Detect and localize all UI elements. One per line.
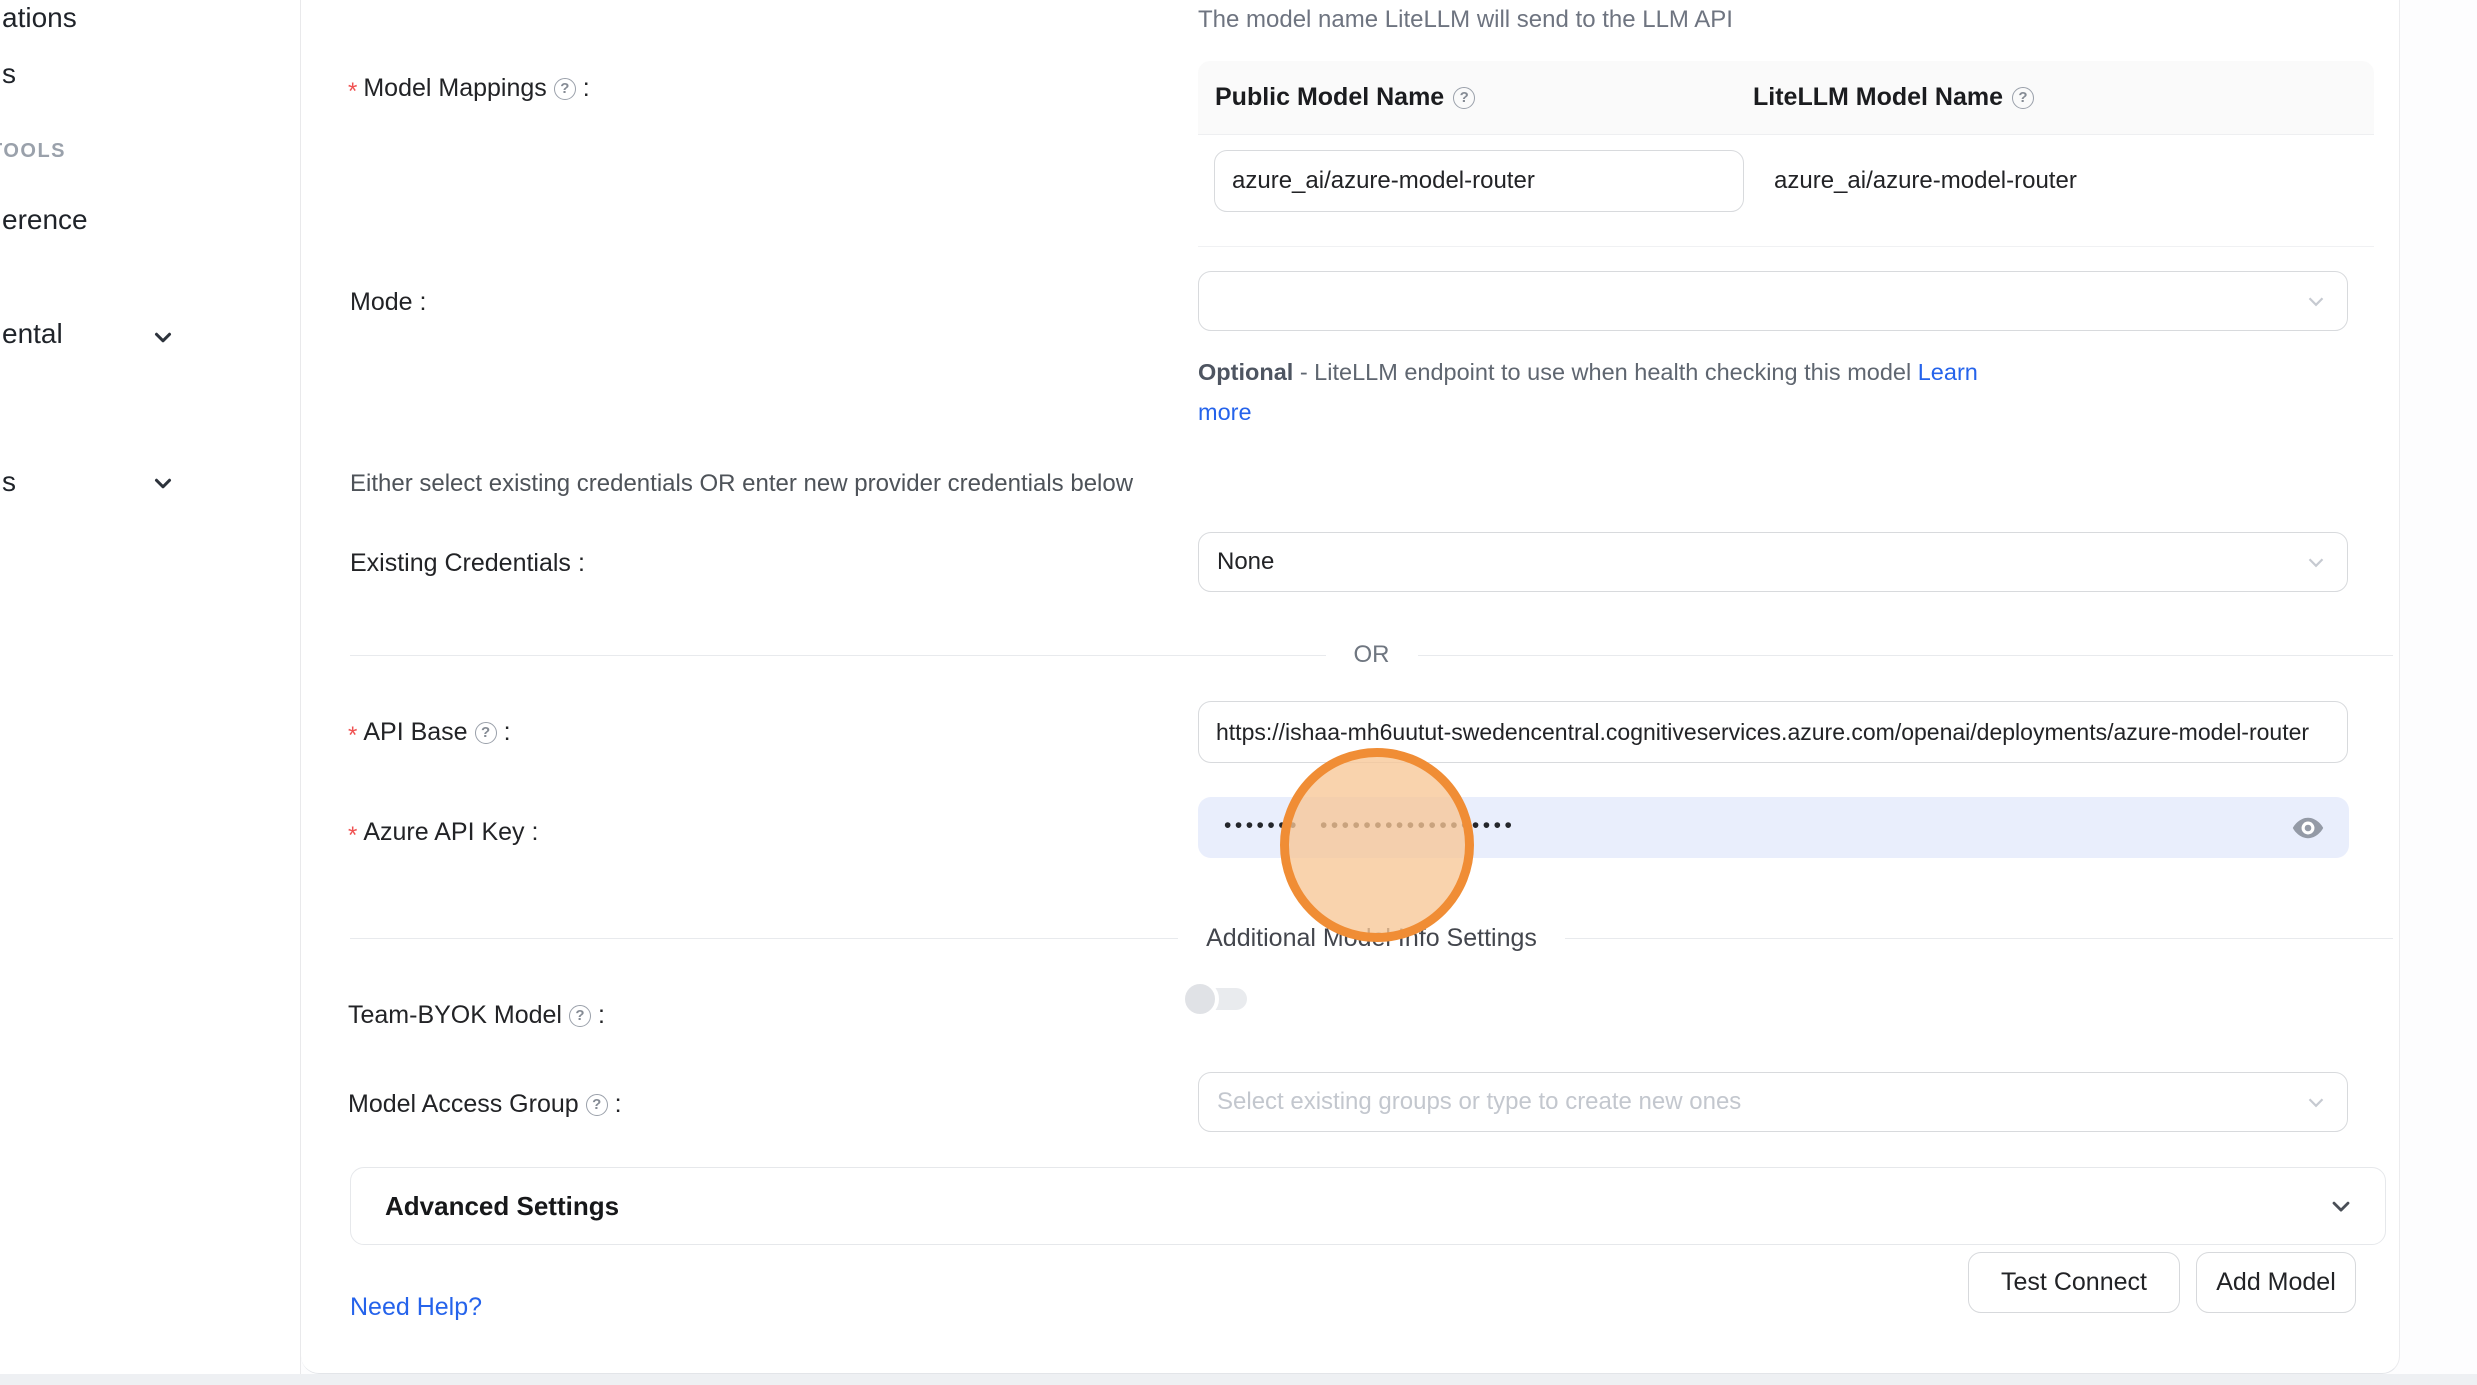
sidebar-item-reference[interactable]: erence [2,204,88,236]
team-byok-toggle[interactable] [1181,980,1249,1018]
required-asterisk: * [348,822,357,850]
existing-credentials-label-text: Existing Credentials [350,549,571,578]
azure-api-key-label-text: Azure API Key [363,818,524,847]
model-access-group-label-text: Model Access Group [348,1090,579,1119]
help-icon[interactable]: ? [1453,87,1475,109]
public-model-name-input[interactable] [1214,150,1744,212]
page-background-strip [0,1374,2477,1385]
chevron-down-icon [2327,1192,2355,1220]
eye-icon[interactable] [2289,809,2327,847]
api-base-label: * API Base ? : [348,718,511,747]
masked-key-dots: ••••••• [1224,815,1300,836]
team-byok-label: Team-BYOK Model ? : [348,1001,605,1030]
existing-credentials-select[interactable]: None [1198,532,2348,592]
additional-settings-divider: Additional Model Info Settings [350,924,2393,953]
model-access-group-placeholder: Select existing groups or type to create… [1217,1088,1741,1116]
label-colon: : [615,1090,622,1119]
masked-key-dots: •••••••••••••••••• [1320,815,1515,836]
label-colon: : [504,718,511,747]
additional-settings-divider-label: Additional Model Info Settings [1206,924,1537,953]
help-icon[interactable]: ? [586,1094,608,1116]
mode-label: Mode : [350,288,427,317]
mode-help-body: - LiteLLM endpoint to use when health ch… [1293,359,1917,385]
existing-credentials-value: None [1217,548,1274,576]
model-mappings-header-row: Public Model Name ? LiteLLM Model Name ? [1198,61,2374,135]
model-mappings-label-text: Model Mappings [363,74,546,103]
label-colon: : [578,549,585,578]
sidebar-section-tools: TOOLS [0,140,66,163]
sidebar-item-organizations[interactable]: ations [2,2,77,34]
model-name-hint: The model name LiteLLM will send to the … [1198,6,1733,34]
help-icon[interactable]: ? [569,1005,591,1027]
required-asterisk: * [348,722,357,750]
advanced-settings-label: Advanced Settings [385,1191,619,1222]
model-mappings-row: azure_ai/azure-model-router [1198,135,2374,247]
sidebar-item-experimental[interactable]: ental [2,318,63,350]
chevron-down-icon [2303,288,2329,314]
add-model-button[interactable]: Add Model [2196,1252,2356,1313]
azure-api-key-input[interactable]: ••••••• •••••••••••••••••• [1198,797,2349,858]
model-mappings-table: Public Model Name ? LiteLLM Model Name ?… [1198,61,2374,247]
chevron-down-icon [2303,549,2329,575]
model-mappings-label: * Model Mappings ? : [348,74,590,103]
mode-label-text: Mode [350,288,413,317]
model-access-group-label: Model Access Group ? : [348,1090,622,1119]
mode-help-text: Optional - LiteLLM endpoint to use when … [1198,352,2034,432]
required-asterisk: * [348,78,357,106]
column-header-text: Public Model Name [1215,83,1444,112]
litellm-model-name-value: azure_ai/azure-model-router [1774,150,2077,212]
optional-badge-text: Optional [1198,359,1293,385]
model-access-group-select[interactable]: Select existing groups or type to create… [1198,1072,2348,1132]
column-header-text: LiteLLM Model Name [1753,83,2003,112]
add-model-page: ations s TOOLS erence ental s The model … [0,0,2477,1385]
label-colon: : [583,74,590,103]
sidebar-item[interactable]: s [2,58,16,90]
help-icon[interactable]: ? [475,722,497,744]
api-base-label-text: API Base [363,718,467,747]
chevron-down-icon[interactable] [150,470,176,496]
sidebar-item-settings[interactable]: s [2,466,16,498]
azure-api-key-label: * Azure API Key : [348,818,539,847]
column-header-public-model-name: Public Model Name ? [1198,61,1736,134]
help-icon[interactable]: ? [2012,87,2034,109]
chevron-down-icon [2303,1089,2329,1115]
or-divider: OR [350,641,2393,669]
credentials-note: Either select existing credentials OR en… [350,470,1133,498]
existing-credentials-label: Existing Credentials : [350,549,585,578]
help-icon[interactable]: ? [554,78,576,100]
api-base-input[interactable] [1198,701,2348,763]
test-connect-button[interactable]: Test Connect [1968,1252,2180,1313]
or-divider-label: OR [1354,641,1390,669]
mode-select[interactable] [1198,271,2348,331]
label-colon: : [598,1001,605,1030]
toggle-knob [1181,980,1219,1018]
label-colon: : [420,288,427,317]
team-byok-label-text: Team-BYOK Model [348,1001,562,1030]
label-colon: : [532,818,539,847]
column-header-litellm-model-name: LiteLLM Model Name ? [1736,61,2374,134]
advanced-settings-toggle[interactable]: Advanced Settings [350,1167,2386,1245]
need-help-link[interactable]: Need Help? [350,1293,482,1322]
chevron-down-icon[interactable] [150,324,176,350]
sidebar: ations s TOOLS erence ental s [0,0,301,1374]
